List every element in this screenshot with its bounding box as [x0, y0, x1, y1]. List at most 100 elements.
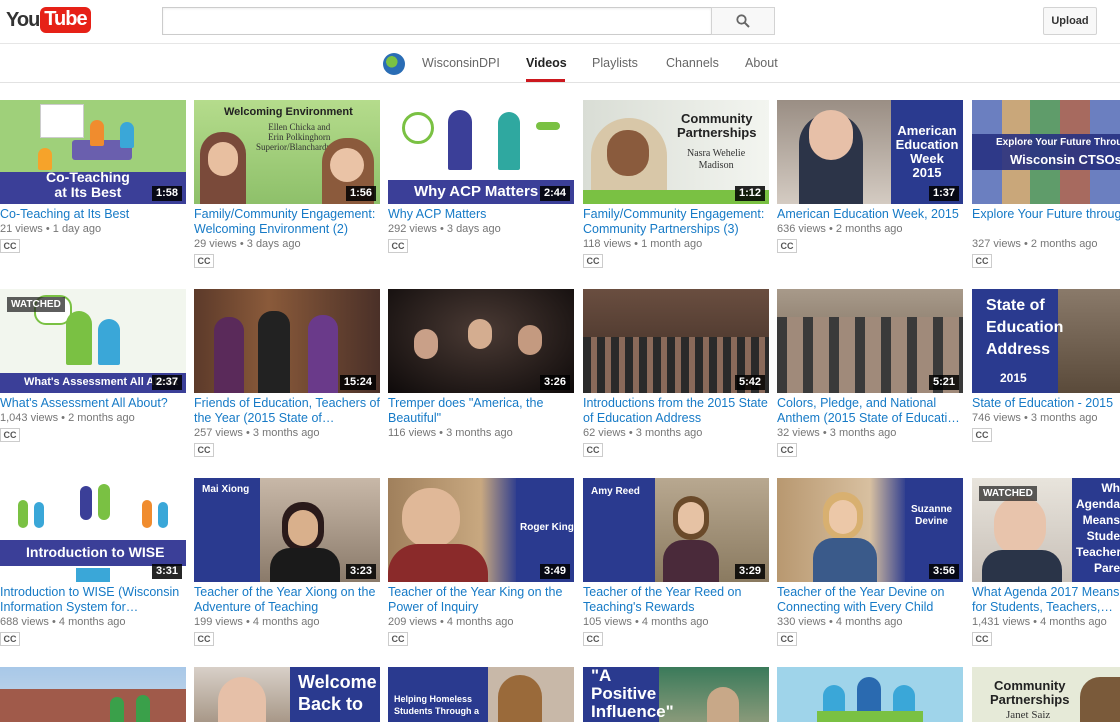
tab-playlists[interactable]: Playlists: [592, 56, 638, 70]
video-thumbnail[interactable]: Amy Reed 3:29: [583, 478, 769, 582]
cc-badge: CC: [777, 632, 797, 646]
tab-channels[interactable]: Channels: [666, 56, 719, 70]
cc-badge: CC: [388, 632, 408, 646]
video-thumbnail[interactable]: Co-Teaching at Its Best 1:58: [0, 100, 186, 204]
video-duration: 3:23: [345, 564, 376, 579]
channel-name-link[interactable]: WisconsinDPI: [422, 56, 500, 70]
video-meta: 199 views • 4 months ago: [194, 616, 320, 628]
video-thumbnail[interactable]: Community Partnerships Janet Saiz: [972, 667, 1120, 722]
video-title[interactable]: Why ACP Matters: [388, 207, 574, 222]
video-duration: 1:12: [734, 186, 765, 201]
video-title[interactable]: Teacher of the Year King on the Power of…: [388, 585, 574, 615]
search-icon: [736, 14, 750, 28]
video-title[interactable]: Colors, Pledge, and National Anthem (201…: [777, 396, 963, 426]
video-title[interactable]: Family/Community Engagement: Community P…: [583, 207, 769, 237]
thumb-text: Community Partnerships: [990, 678, 1070, 707]
video-duration: 3:49: [539, 564, 570, 579]
cc-badge: CC: [0, 632, 20, 646]
thumb-text: Co-Teaching at Its Best: [46, 169, 130, 200]
video-meta: 292 views • 3 days ago: [388, 223, 501, 235]
thumb-text: Roger King: [520, 522, 574, 533]
video-meta: 1,043 views • 2 months ago: [0, 412, 135, 424]
video-duration: 1:58: [151, 186, 182, 201]
video-title[interactable]: Tremper does "America, the Beautiful": [388, 396, 574, 426]
video-thumbnail[interactable]: 5:21: [777, 289, 963, 393]
thumb-text: Janet Saiz: [1006, 709, 1051, 721]
video-title[interactable]: Introductions from the 2015 State of Edu…: [583, 396, 769, 426]
thumb-text: Welcome Back to: [298, 672, 377, 714]
video-thumbnail[interactable]: Suzanne Devine 3:56: [777, 478, 963, 582]
video-title[interactable]: Explore Your Future through CTSOs: [972, 207, 1120, 222]
video-duration: 1:37: [928, 186, 959, 201]
video-meta: 330 views • 4 months ago: [777, 616, 903, 628]
video-thumbnail[interactable]: "A Positive Influence": [583, 667, 769, 722]
cc-badge: CC: [777, 239, 797, 253]
video-meta: 118 views • 1 month ago: [583, 238, 703, 250]
thumb-text: Explore Your Future Through: [996, 137, 1120, 148]
cc-badge: CC: [194, 254, 214, 268]
active-tab-indicator: [526, 79, 565, 82]
video-duration: 2:44: [539, 186, 570, 201]
video-title[interactable]: Family/Community Engagement: Welcoming E…: [194, 207, 380, 237]
tab-about[interactable]: About: [745, 56, 778, 70]
video-meta: 116 views • 3 months ago: [388, 427, 513, 439]
youtube-logo[interactable]: You Tube: [6, 7, 91, 33]
video-thumbnail[interactable]: Welcoming Environment Ellen Chicka and Er…: [194, 100, 380, 204]
thumb-text: Why ACP Matters: [414, 183, 539, 200]
search-button[interactable]: [711, 7, 775, 35]
video-thumbnail[interactable]: Explore Your Future Through Wisconsin CT…: [972, 100, 1120, 204]
video-thumbnail[interactable]: 3:26: [388, 289, 574, 393]
video-thumbnail[interactable]: Introduction to WISE 3:31: [0, 478, 186, 582]
thumb-text: "A Positive Influence": [591, 667, 674, 721]
video-title[interactable]: Teacher of the Year Reed on Teaching's R…: [583, 585, 769, 615]
video-title[interactable]: State of Education - 2015: [972, 396, 1120, 411]
video-title[interactable]: Friends of Education, Teachers of the Ye…: [194, 396, 380, 426]
video-title[interactable]: What's Assessment All About?: [0, 396, 186, 411]
video-meta: 62 views • 3 months ago: [583, 427, 703, 439]
video-duration: 3:29: [734, 564, 765, 579]
thumb-text: Community Partnerships: [677, 111, 757, 140]
search-input[interactable]: [162, 7, 712, 35]
video-duration: 15:24: [339, 375, 376, 390]
video-thumbnail[interactable]: 15:24: [194, 289, 380, 393]
video-thumbnail[interactable]: WATCHED What's Assessment All About 2:37: [0, 289, 186, 393]
video-title[interactable]: American Education Week, 2015: [777, 207, 963, 222]
video-thumbnail[interactable]: Roger King 3:49: [388, 478, 574, 582]
video-meta: 327 views • 2 months ago: [972, 238, 1098, 250]
video-thumbnail[interactable]: [777, 667, 963, 722]
video-meta: 636 views • 2 months ago: [777, 223, 903, 235]
thumb-text: Mai Xiong: [202, 484, 250, 495]
video-thumbnail[interactable]: Welcome Back to: [194, 667, 380, 722]
video-meta: 1,431 views • 4 months ago: [972, 616, 1107, 628]
channel-avatar[interactable]: [383, 53, 405, 75]
cc-badge: CC: [388, 239, 408, 253]
video-thumbnail[interactable]: Community Partnerships Nasra Wehelie Madis…: [583, 100, 769, 204]
upload-button[interactable]: Upload: [1043, 7, 1097, 35]
masthead: You Tube Upload: [0, 0, 1120, 44]
video-thumbnail[interactable]: [0, 667, 186, 722]
video-thumbnail[interactable]: Why ACP Matters 2:44: [388, 100, 574, 204]
video-duration: 5:21: [928, 375, 959, 390]
watched-badge: WATCHED: [979, 486, 1037, 501]
cc-badge: CC: [972, 632, 992, 646]
video-thumbnail[interactable]: Mai Xiong 3:23: [194, 478, 380, 582]
video-title[interactable]: Co-Teaching at Its Best: [0, 207, 186, 222]
video-title[interactable]: Teacher of the Year Xiong on the Adventu…: [194, 585, 380, 615]
video-thumbnail[interactable]: WATCHED Wh Agenda Means Stude Teacher Pare: [972, 478, 1120, 582]
video-thumbnail[interactable]: 5:42: [583, 289, 769, 393]
video-title[interactable]: Teacher of the Year Devine on Connecting…: [777, 585, 963, 615]
cc-badge: CC: [972, 428, 992, 442]
video-duration: 3:31: [151, 564, 182, 579]
video-thumbnail[interactable]: Helping Homeless Students Through a: [388, 667, 574, 722]
video-title[interactable]: What Agenda 2017 Means for Students, Tea…: [972, 585, 1120, 615]
cc-badge: CC: [583, 632, 603, 646]
video-duration: 5:42: [734, 375, 765, 390]
video-thumbnail[interactable]: American Education Week 2015 1:37: [777, 100, 963, 204]
tab-videos[interactable]: Videos: [526, 56, 567, 70]
thumb-text: Nasra Wehelie Madison: [687, 148, 746, 171]
video-title[interactable]: Introduction to WISE (Wisconsin Informat…: [0, 585, 186, 615]
video-thumbnail[interactable]: State of Education Address 2015: [972, 289, 1120, 393]
thumb-text: Amy Reed: [591, 486, 640, 497]
video-duration: 3:26: [539, 375, 570, 390]
video-meta: 257 views • 3 months ago: [194, 427, 320, 439]
